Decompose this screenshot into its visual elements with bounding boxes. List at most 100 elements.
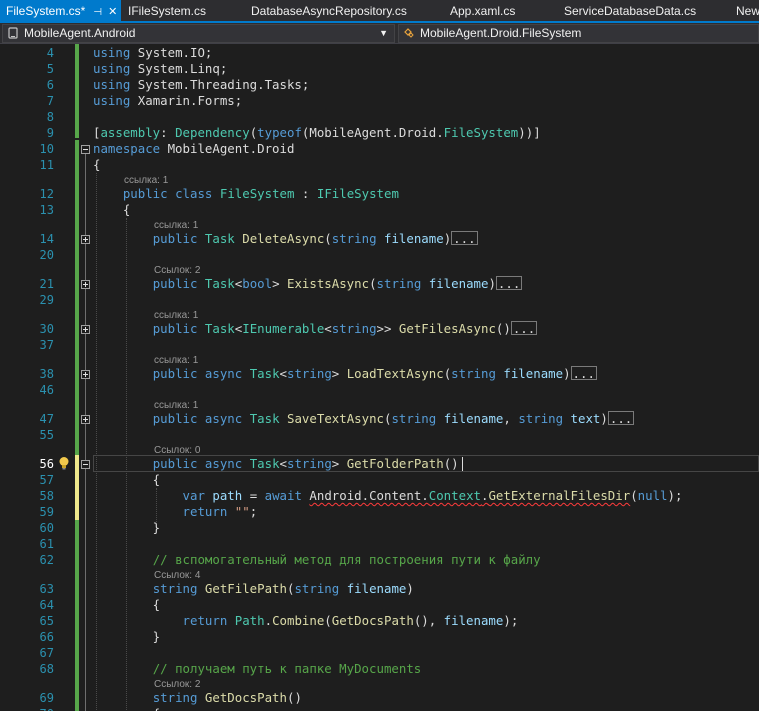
- code-line[interactable]: public async Task<string> GetFolderPath(…: [93, 456, 463, 472]
- code-token: (: [369, 276, 377, 291]
- type-dropdown[interactable]: MobileAgent.Droid.FileSystem: [398, 24, 759, 43]
- code-token: string: [331, 231, 377, 246]
- code-token: >>: [376, 321, 399, 336]
- fold-toggle-icon[interactable]: [81, 370, 90, 379]
- close-icon[interactable]: ✕: [108, 6, 117, 18]
- fold-toggle-icon[interactable]: [81, 460, 90, 469]
- code-line[interactable]: using System.Threading.Tasks;: [93, 77, 309, 93]
- code-token: LoadTextAsync: [346, 366, 444, 381]
- codelens-references[interactable]: Ссылок: 2: [154, 679, 200, 690]
- code-line[interactable]: public class FileSystem : IFileSystem: [93, 186, 399, 202]
- codelens-references[interactable]: ссылка: 1: [154, 355, 198, 366]
- collapsed-region-indicator[interactable]: ...: [451, 231, 478, 245]
- tab-databaseasyncrepository-cs[interactable]: DatabaseAsyncRepository.cs: [251, 0, 407, 21]
- tab-label: ServiceDatabaseData.cs: [564, 4, 697, 18]
- code-token: public: [152, 411, 198, 426]
- code-line[interactable]: {: [93, 202, 130, 218]
- pin-icon[interactable]: ⊣: [93, 7, 102, 18]
- collapsed-region-indicator[interactable]: ...: [570, 366, 597, 380]
- code-line[interactable]: public async Task<string> LoadTextAsync(…: [93, 366, 597, 382]
- code-token: filename: [428, 276, 489, 291]
- code-line[interactable]: string GetFilePath(string filename): [93, 581, 414, 597]
- code-token: public: [152, 231, 198, 246]
- code-line[interactable]: [assembly: Dependency(typeof(MobileAgent…: [93, 125, 541, 141]
- collapsed-region-indicator[interactable]: ...: [495, 276, 523, 290]
- tab-servicedatabasedata-cs[interactable]: ServiceDatabaseData.cs: [564, 0, 696, 21]
- line-number: 13: [39, 203, 54, 217]
- code-line[interactable]: // получаем путь к папке MyDocuments: [93, 661, 422, 677]
- line-number: 5: [46, 62, 54, 76]
- code-token: ): [443, 231, 452, 246]
- code-token: typeof: [257, 125, 302, 140]
- code-line[interactable]: return Path.Combine(GetDocsPath(), filen…: [93, 613, 519, 629]
- code-token: >: [272, 276, 287, 291]
- code-token: System.Threading.Tasks;: [130, 77, 310, 92]
- code-line[interactable]: {: [93, 157, 100, 173]
- code-line[interactable]: string GetDocsPath(): [93, 690, 302, 706]
- code-token: .: [264, 613, 273, 628]
- tab-filesystem-cs[interactable]: FileSystem.cs* ⊣ ✕: [0, 0, 122, 21]
- code-token: (),: [413, 613, 444, 628]
- line-number: 61: [39, 537, 54, 551]
- code-line[interactable]: public async Task SaveTextAsync(string f…: [93, 411, 635, 427]
- change-bar-unsaved: [75, 455, 79, 520]
- code-token: Task: [249, 366, 280, 381]
- change-bar-saved: [75, 44, 79, 711]
- tab-new[interactable]: New: [736, 0, 759, 21]
- code-line[interactable]: // вспомогательный метод для построения …: [93, 552, 541, 568]
- line-number: 63: [39, 582, 54, 596]
- code-token: System.IO;: [130, 45, 213, 60]
- code-token: GetDocsPath: [204, 690, 287, 705]
- codelens-references[interactable]: ссылка: 1: [154, 310, 198, 321]
- fold-toggle-icon[interactable]: [81, 415, 90, 424]
- line-number: 65: [39, 614, 54, 628]
- code-token: <: [279, 366, 288, 381]
- code-line[interactable]: var path = await Android.Content.Context…: [93, 488, 683, 504]
- fold-toggle-icon[interactable]: [81, 280, 90, 289]
- fold-toggle-icon[interactable]: [81, 235, 90, 244]
- code-token: Task: [249, 411, 280, 426]
- code-token: GetExternalFilesDir: [488, 488, 631, 503]
- codelens-references[interactable]: ссылка: 1: [154, 220, 198, 231]
- code-line[interactable]: public Task<bool> ExistsAsync(string fil…: [93, 276, 523, 292]
- codelens-references[interactable]: Ссылок: 0: [154, 445, 200, 456]
- code-token: ): [488, 276, 496, 291]
- line-number: 9: [46, 126, 54, 140]
- code-editor[interactable]: 4 using System.IO; 5 using System.Linq; 6 usi…: [0, 44, 759, 711]
- collapsed-region-indicator[interactable]: ...: [510, 321, 538, 335]
- chevron-down-icon[interactable]: ▼: [379, 25, 388, 42]
- code-line[interactable]: using System.Linq;: [93, 61, 227, 77]
- code-line[interactable]: namespace MobileAgent.Droid: [93, 141, 294, 157]
- code-token: filename: [443, 411, 504, 426]
- tab-ifilesystem-cs[interactable]: IFileSystem.cs: [128, 0, 206, 21]
- code-token: (: [324, 231, 332, 246]
- code-token: text: [570, 411, 601, 426]
- lightbulb-icon[interactable]: [57, 456, 71, 470]
- code-token: FileSystem: [443, 125, 519, 140]
- code-token: Android.Content.: [309, 488, 429, 503]
- code-token: async: [204, 456, 243, 471]
- code-line[interactable]: return "";: [93, 504, 258, 520]
- code-token: return: [182, 613, 228, 628]
- fold-toggle-icon[interactable]: [81, 145, 90, 154]
- code-line[interactable]: public Task DeleteAsync(string filename)…: [93, 231, 478, 247]
- tab-app-xaml-cs[interactable]: App.xaml.cs: [450, 0, 515, 21]
- codelens-references[interactable]: ссылка: 1: [124, 175, 168, 186]
- code-line[interactable]: using System.IO;: [93, 45, 212, 61]
- code-token: IEnumerable: [242, 321, 325, 336]
- fold-toggle-icon[interactable]: [81, 325, 90, 334]
- codelens-references[interactable]: Ссылок: 4: [154, 570, 200, 581]
- project-dropdown[interactable]: MobileAgent.Android ▼: [2, 24, 395, 43]
- collapsed-region-indicator[interactable]: ...: [607, 411, 635, 425]
- code-line[interactable]: using Xamarin.Forms;: [93, 93, 242, 109]
- code-line[interactable]: public Task<IEnumerable<string>> GetFile…: [93, 321, 538, 337]
- codelens-references[interactable]: ссылка: 1: [154, 400, 198, 411]
- codelens-references[interactable]: Ссылок: 2: [154, 265, 200, 276]
